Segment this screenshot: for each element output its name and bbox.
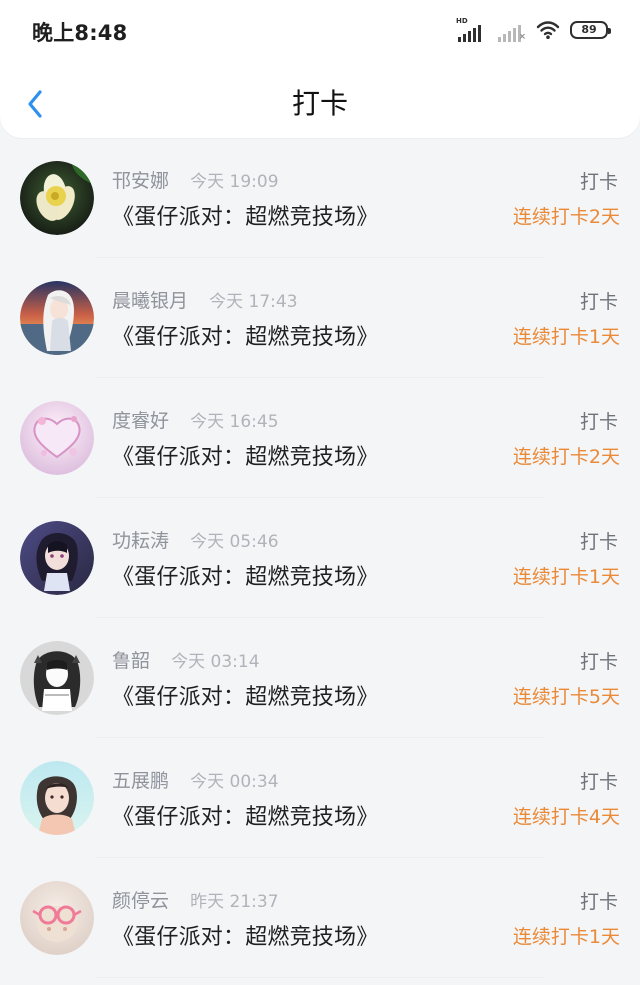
checkin-time: 今天 19:09 [190,172,279,192]
username[interactable]: 晨曦银月 [112,290,188,312]
monochrome-anime-avatar-icon[interactable] [20,641,94,715]
anime-girl-avatar-icon[interactable] [20,521,94,595]
status-time: 晚上8:48 [32,21,128,45]
streak-label: 连续打卡1天 [512,566,620,588]
username[interactable]: 邗安娜 [112,170,169,192]
list-item[interactable]: 颜停云 昨天 21:37 《蛋仔派对：超燃竞技场》 打卡 连续打卡1天 [0,858,640,978]
wifi-icon [536,21,560,39]
username[interactable]: 功耘涛 [112,530,169,552]
list-item[interactable]: 晨曦银月 今天 17:43 《蛋仔派对：超燃竞技场》 打卡 连续打卡1天 [0,258,640,378]
signal-label: HD [456,17,468,25]
game-title[interactable]: 《蛋仔派对：超燃竞技场》 [112,799,378,831]
list-item[interactable]: 功耘涛 今天 05:46 《蛋仔派对：超燃竞技场》 打卡 连续打卡1天 [0,498,640,618]
sunset-girl-avatar-icon[interactable] [20,281,94,355]
flower-avatar-icon[interactable] [20,161,94,235]
pink-glasses-avatar-icon[interactable] [20,881,94,955]
checkin-time: 今天 17:43 [209,292,298,312]
list-item[interactable]: 鲁韶 今天 03:14 《蛋仔派对：超燃竞技场》 打卡 连续打卡5天 [0,618,640,738]
item-meta: 晨曦银月 今天 17:43 [112,286,298,313]
username[interactable]: 鲁韶 [112,650,150,672]
list-item[interactable]: 邗安娜 今天 19:09 《蛋仔派对：超燃竞技场》 打卡 连续打卡2天 [0,138,640,258]
checkin-time: 今天 05:46 [190,532,279,552]
game-title[interactable]: 《蛋仔派对：超燃竞技场》 [112,439,378,471]
checkin-action-label: 打卡 [579,171,618,193]
item-meta: 颜停云 昨天 21:37 [112,886,279,913]
signal-hd-icon: HD [456,18,486,42]
streak-label: 连续打卡2天 [512,206,620,228]
streak-label: 连续打卡5天 [512,686,620,708]
list-item[interactable]: 五展鹏 今天 00:34 《蛋仔派对：超燃竞技场》 打卡 连续打卡4天 [0,738,640,858]
checkin-action-label: 打卡 [579,291,618,313]
checkin-action-label: 打卡 [579,531,618,553]
checkin-time: 今天 03:14 [171,652,260,672]
username[interactable]: 度睿好 [112,410,169,432]
streak-label: 连续打卡1天 [512,926,620,948]
streak-label: 连续打卡1天 [512,326,620,348]
game-title[interactable]: 《蛋仔派对：超燃竞技场》 [112,919,378,951]
item-meta: 邗安娜 今天 19:09 [112,166,279,193]
checkin-time: 昨天 21:37 [190,892,279,912]
status-icons: HD × 89 [456,18,611,42]
username[interactable]: 五展鹏 [112,770,169,792]
item-meta: 五展鹏 今天 00:34 [112,766,279,793]
checkin-action-label: 打卡 [579,411,618,433]
game-title[interactable]: 《蛋仔派对：超燃竞技场》 [112,679,378,711]
username[interactable]: 颜停云 [112,890,169,912]
status-bar: 晚上8:48 HD × 89 [0,0,640,64]
item-meta: 鲁韶 今天 03:14 [112,646,260,673]
streak-label: 连续打卡2天 [512,446,620,468]
item-meta: 功耘涛 今天 05:46 [112,526,279,553]
top-header-card: 晚上8:48 HD × 89 打卡 [0,0,640,138]
checkin-action-label: 打卡 [579,651,618,673]
checkin-action-label: 打卡 [579,771,618,793]
battery-level: 89 [581,23,597,36]
battery-icon: 89 [570,21,611,39]
divider [96,977,544,978]
checkin-list: 邗安娜 今天 19:09 《蛋仔派对：超燃竞技场》 打卡 连续打卡2天 晨曦银月… [0,138,640,978]
checkin-action-label: 打卡 [579,891,618,913]
game-title[interactable]: 《蛋仔派对：超燃竞技场》 [112,319,378,351]
item-meta: 度睿好 今天 16:45 [112,406,279,433]
streak-label: 连续打卡4天 [512,806,620,828]
game-title[interactable]: 《蛋仔派对：超燃竞技场》 [112,559,378,591]
list-item[interactable]: 度睿好 今天 16:45 《蛋仔派对：超燃竞技场》 打卡 连续打卡2天 [0,378,640,498]
checkin-time: 今天 00:34 [190,772,279,792]
signal-no-service-icon: × [496,18,526,42]
pink-heart-avatar-icon[interactable] [20,401,94,475]
page-title: 打卡 [291,87,348,120]
portrait-girl-avatar-icon[interactable] [20,761,94,835]
checkin-time: 今天 16:45 [190,412,279,432]
game-title[interactable]: 《蛋仔派对：超燃竞技场》 [112,199,378,231]
